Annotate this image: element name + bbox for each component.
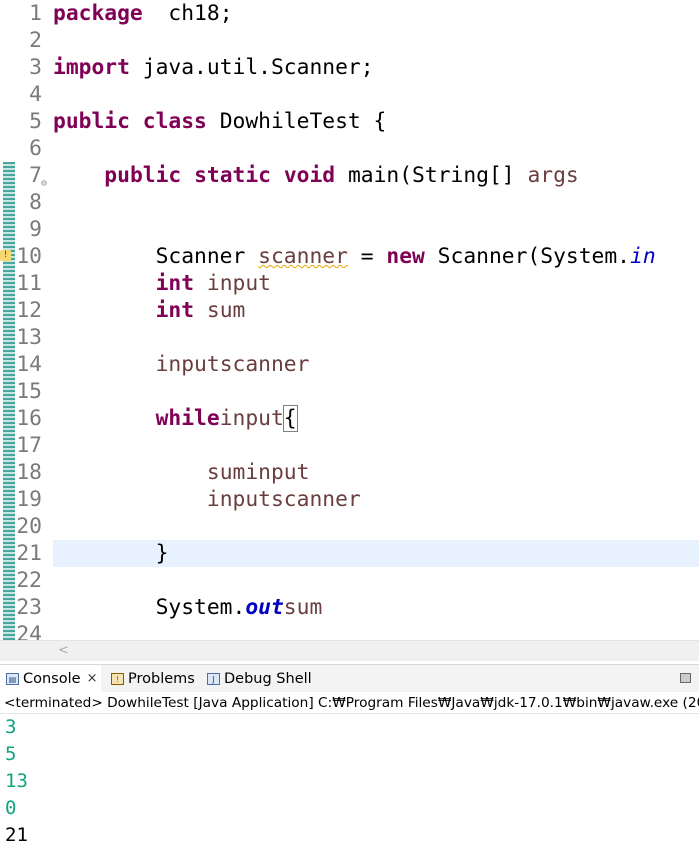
line-number: 18 bbox=[16, 460, 42, 485]
code-line[interactable]: 14 inputscanner bbox=[0, 351, 699, 378]
line-number: 2 bbox=[29, 28, 42, 53]
line-number: 16 bbox=[16, 406, 42, 431]
code-line[interactable]: 20 bbox=[0, 513, 699, 540]
line-number: 12 bbox=[16, 298, 42, 323]
code-line[interactable]: 22 bbox=[0, 567, 699, 594]
code-text: inputscanner bbox=[206, 487, 361, 512]
console-view-tabbar: ▤ Console × ! Problems J Debug Shell bbox=[0, 664, 699, 693]
code-line[interactable]: 8 bbox=[0, 189, 699, 216]
code-line[interactable]: 17 bbox=[0, 432, 699, 459]
code-text: import java.util.Scanner; bbox=[53, 55, 374, 80]
code-line[interactable]: 24 bbox=[0, 621, 699, 640]
line-number: 1 bbox=[29, 1, 42, 26]
console-output-line: 21 bbox=[5, 824, 28, 846]
line-number: 20 bbox=[16, 514, 42, 539]
console-output-line: 5 bbox=[5, 743, 17, 765]
console-icon: ▤ bbox=[6, 673, 19, 685]
code-line[interactable]: 11 int input bbox=[0, 270, 699, 297]
code-text: public static void main(String[] args bbox=[104, 163, 579, 188]
tab-console-label: Console bbox=[23, 671, 81, 687]
code-text: int input bbox=[155, 271, 271, 296]
code-text: inputscanner bbox=[155, 352, 310, 377]
tab-problems[interactable]: ! Problems bbox=[111, 665, 195, 693]
line-number: 15 bbox=[16, 379, 42, 404]
console-output-line: 3 bbox=[5, 716, 17, 738]
line-number: 11 bbox=[16, 271, 42, 296]
code-text: } bbox=[53, 541, 169, 566]
line-number: 23 bbox=[16, 595, 42, 620]
console-output[interactable]: 3 5 13 0 21 bbox=[0, 714, 699, 852]
code-text: suminput bbox=[206, 460, 310, 485]
line-number: 14 bbox=[16, 352, 42, 377]
code-line[interactable]: 18 suminput bbox=[0, 459, 699, 486]
code-line[interactable]: 9 bbox=[0, 216, 699, 243]
tab-problems-label: Problems bbox=[128, 671, 195, 687]
code-line[interactable]: 3 import java.util.Scanner; bbox=[0, 54, 699, 81]
console-status-label: <terminated> DowhileTest [Java Applicati… bbox=[0, 692, 699, 714]
code-line[interactable]: 4 bbox=[0, 81, 699, 108]
line-number: 3 bbox=[29, 55, 42, 80]
code-text: Scanner scanner = new Scanner(System.in bbox=[53, 244, 656, 269]
tab-debug-shell[interactable]: J Debug Shell bbox=[207, 665, 312, 693]
code-line[interactable]: 12 int sum bbox=[0, 297, 699, 324]
code-line[interactable]: 2 bbox=[0, 27, 699, 54]
tab-debug-shell-label: Debug Shell bbox=[224, 671, 312, 687]
code-text: public class DowhileTest { bbox=[53, 109, 387, 134]
line-number: 8 bbox=[29, 190, 42, 215]
line-number: 7 bbox=[29, 163, 42, 188]
code-line[interactable]: 19 inputscanner bbox=[0, 486, 699, 513]
code-line[interactable]: 10 Scanner scanner = new Scanner(System.… bbox=[0, 243, 699, 270]
line-number: 10 bbox=[16, 244, 42, 269]
code-text: System.outsum bbox=[53, 595, 323, 620]
line-number: 9 bbox=[29, 217, 42, 242]
line-number: 21 bbox=[16, 541, 42, 566]
code-line[interactable]: 13 bbox=[0, 324, 699, 351]
code-line[interactable]: 7 public static void main(String[] args ⊖ bbox=[0, 162, 699, 189]
close-icon[interactable]: × bbox=[87, 665, 98, 693]
code-editor[interactable]: 1 package ch18; 2 3 import java.util.Scanner… bbox=[0, 0, 699, 640]
code-text: int sum bbox=[155, 298, 246, 323]
line-number: 13 bbox=[16, 325, 42, 350]
code-line[interactable]: 5 public class DowhileTest { bbox=[0, 108, 699, 135]
code-line[interactable]: 6 bbox=[0, 135, 699, 162]
line-number: 6 bbox=[29, 136, 42, 161]
line-number: 5 bbox=[29, 109, 42, 134]
line-number: 22 bbox=[16, 568, 42, 593]
tab-console[interactable]: ▤ Console × bbox=[0, 665, 102, 693]
code-line[interactable]: 16 whileinput{ bbox=[0, 405, 699, 432]
warning-icon[interactable]: ! bbox=[0, 250, 11, 261]
horizontal-scrollbar[interactable]: < bbox=[0, 640, 699, 661]
code-line[interactable]: 1 package ch18; bbox=[0, 0, 699, 27]
problems-icon: ! bbox=[111, 673, 124, 685]
debug-shell-icon: J bbox=[207, 673, 220, 685]
console-output-line: 0 bbox=[5, 797, 17, 819]
scroll-left-arrow-icon[interactable]: < bbox=[58, 641, 69, 660]
code-text: package ch18; bbox=[53, 1, 233, 26]
line-number: 19 bbox=[16, 487, 42, 512]
code-line[interactable]: 15 bbox=[0, 378, 699, 405]
line-number: 17 bbox=[16, 433, 42, 458]
code-text: whileinput{ bbox=[155, 405, 298, 432]
code-line[interactable]: 23 System.outsum bbox=[0, 594, 699, 621]
console-output-line: 13 bbox=[5, 770, 28, 792]
line-number: 24 bbox=[16, 622, 42, 640]
line-number: 4 bbox=[29, 82, 42, 107]
code-line[interactable]: 21 } bbox=[16, 540, 699, 567]
minimize-icon[interactable] bbox=[680, 673, 691, 683]
